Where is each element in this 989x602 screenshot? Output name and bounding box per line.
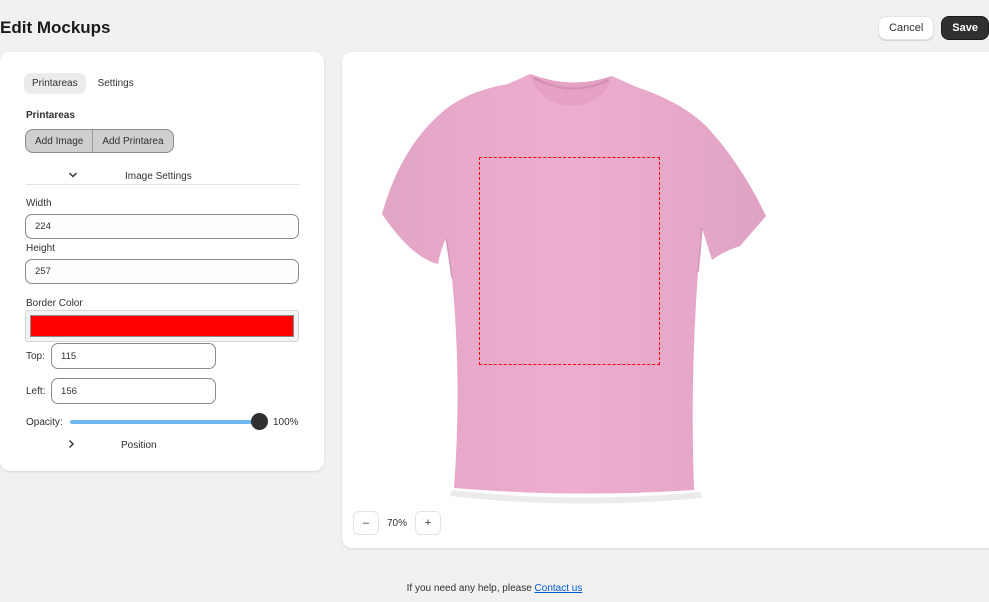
zoom-in-button[interactable]: + [415,511,441,535]
height-input[interactable]: 257 [25,259,299,284]
zoom-out-button[interactable]: – [353,511,379,535]
image-settings-label: Image Settings [125,171,192,182]
help-footer: If you need any help, please Contact us [0,583,989,594]
left-input[interactable]: 156 [51,378,216,404]
opacity-slider-thumb[interactable] [251,413,268,430]
opacity-label: Opacity: [26,417,63,428]
help-text: If you need any help, please [406,583,535,594]
contact-us-link[interactable]: Contact us [535,583,583,594]
tab-bar: Printareas Settings [24,73,142,94]
top-input[interactable]: 115 [51,343,216,369]
top-label: Top: [26,351,45,362]
border-color-swatch [30,315,294,337]
mockup-canvas: – 70% + [342,52,989,548]
print-area-outline[interactable] [479,157,660,365]
save-button[interactable]: Save [941,16,989,40]
left-label: Left: [26,386,46,397]
zoom-level: 70% [386,517,407,529]
chevron-down-icon [69,172,77,178]
position-toggle[interactable]: Position [121,440,157,451]
cancel-button[interactable]: Cancel [878,16,935,40]
tab-printareas[interactable]: Printareas [24,73,86,94]
page-title: Edit Mockups [0,18,111,37]
printareas-heading: Printareas [26,110,75,121]
tab-settings[interactable]: Settings [90,73,142,94]
printarea-button-group: Add Image Add Printarea [25,129,174,153]
border-color-label: Border Color [26,298,83,309]
chevron-right-icon[interactable] [66,439,76,449]
opacity-slider-track[interactable] [70,420,260,424]
image-settings-toggle[interactable]: Image Settings [26,168,299,185]
header-actions: Cancel Save [878,16,989,40]
border-color-picker[interactable] [25,310,299,342]
add-image-button[interactable]: Add Image [26,130,92,152]
settings-panel: Printareas Settings Printareas Add Image… [0,52,324,471]
zoom-controls: – 70% + [353,511,441,535]
height-label: Height [26,243,55,254]
opacity-value: 100% [273,417,299,428]
width-input[interactable]: 224 [25,214,299,239]
width-label: Width [26,198,52,209]
add-printarea-button[interactable]: Add Printarea [92,130,172,152]
